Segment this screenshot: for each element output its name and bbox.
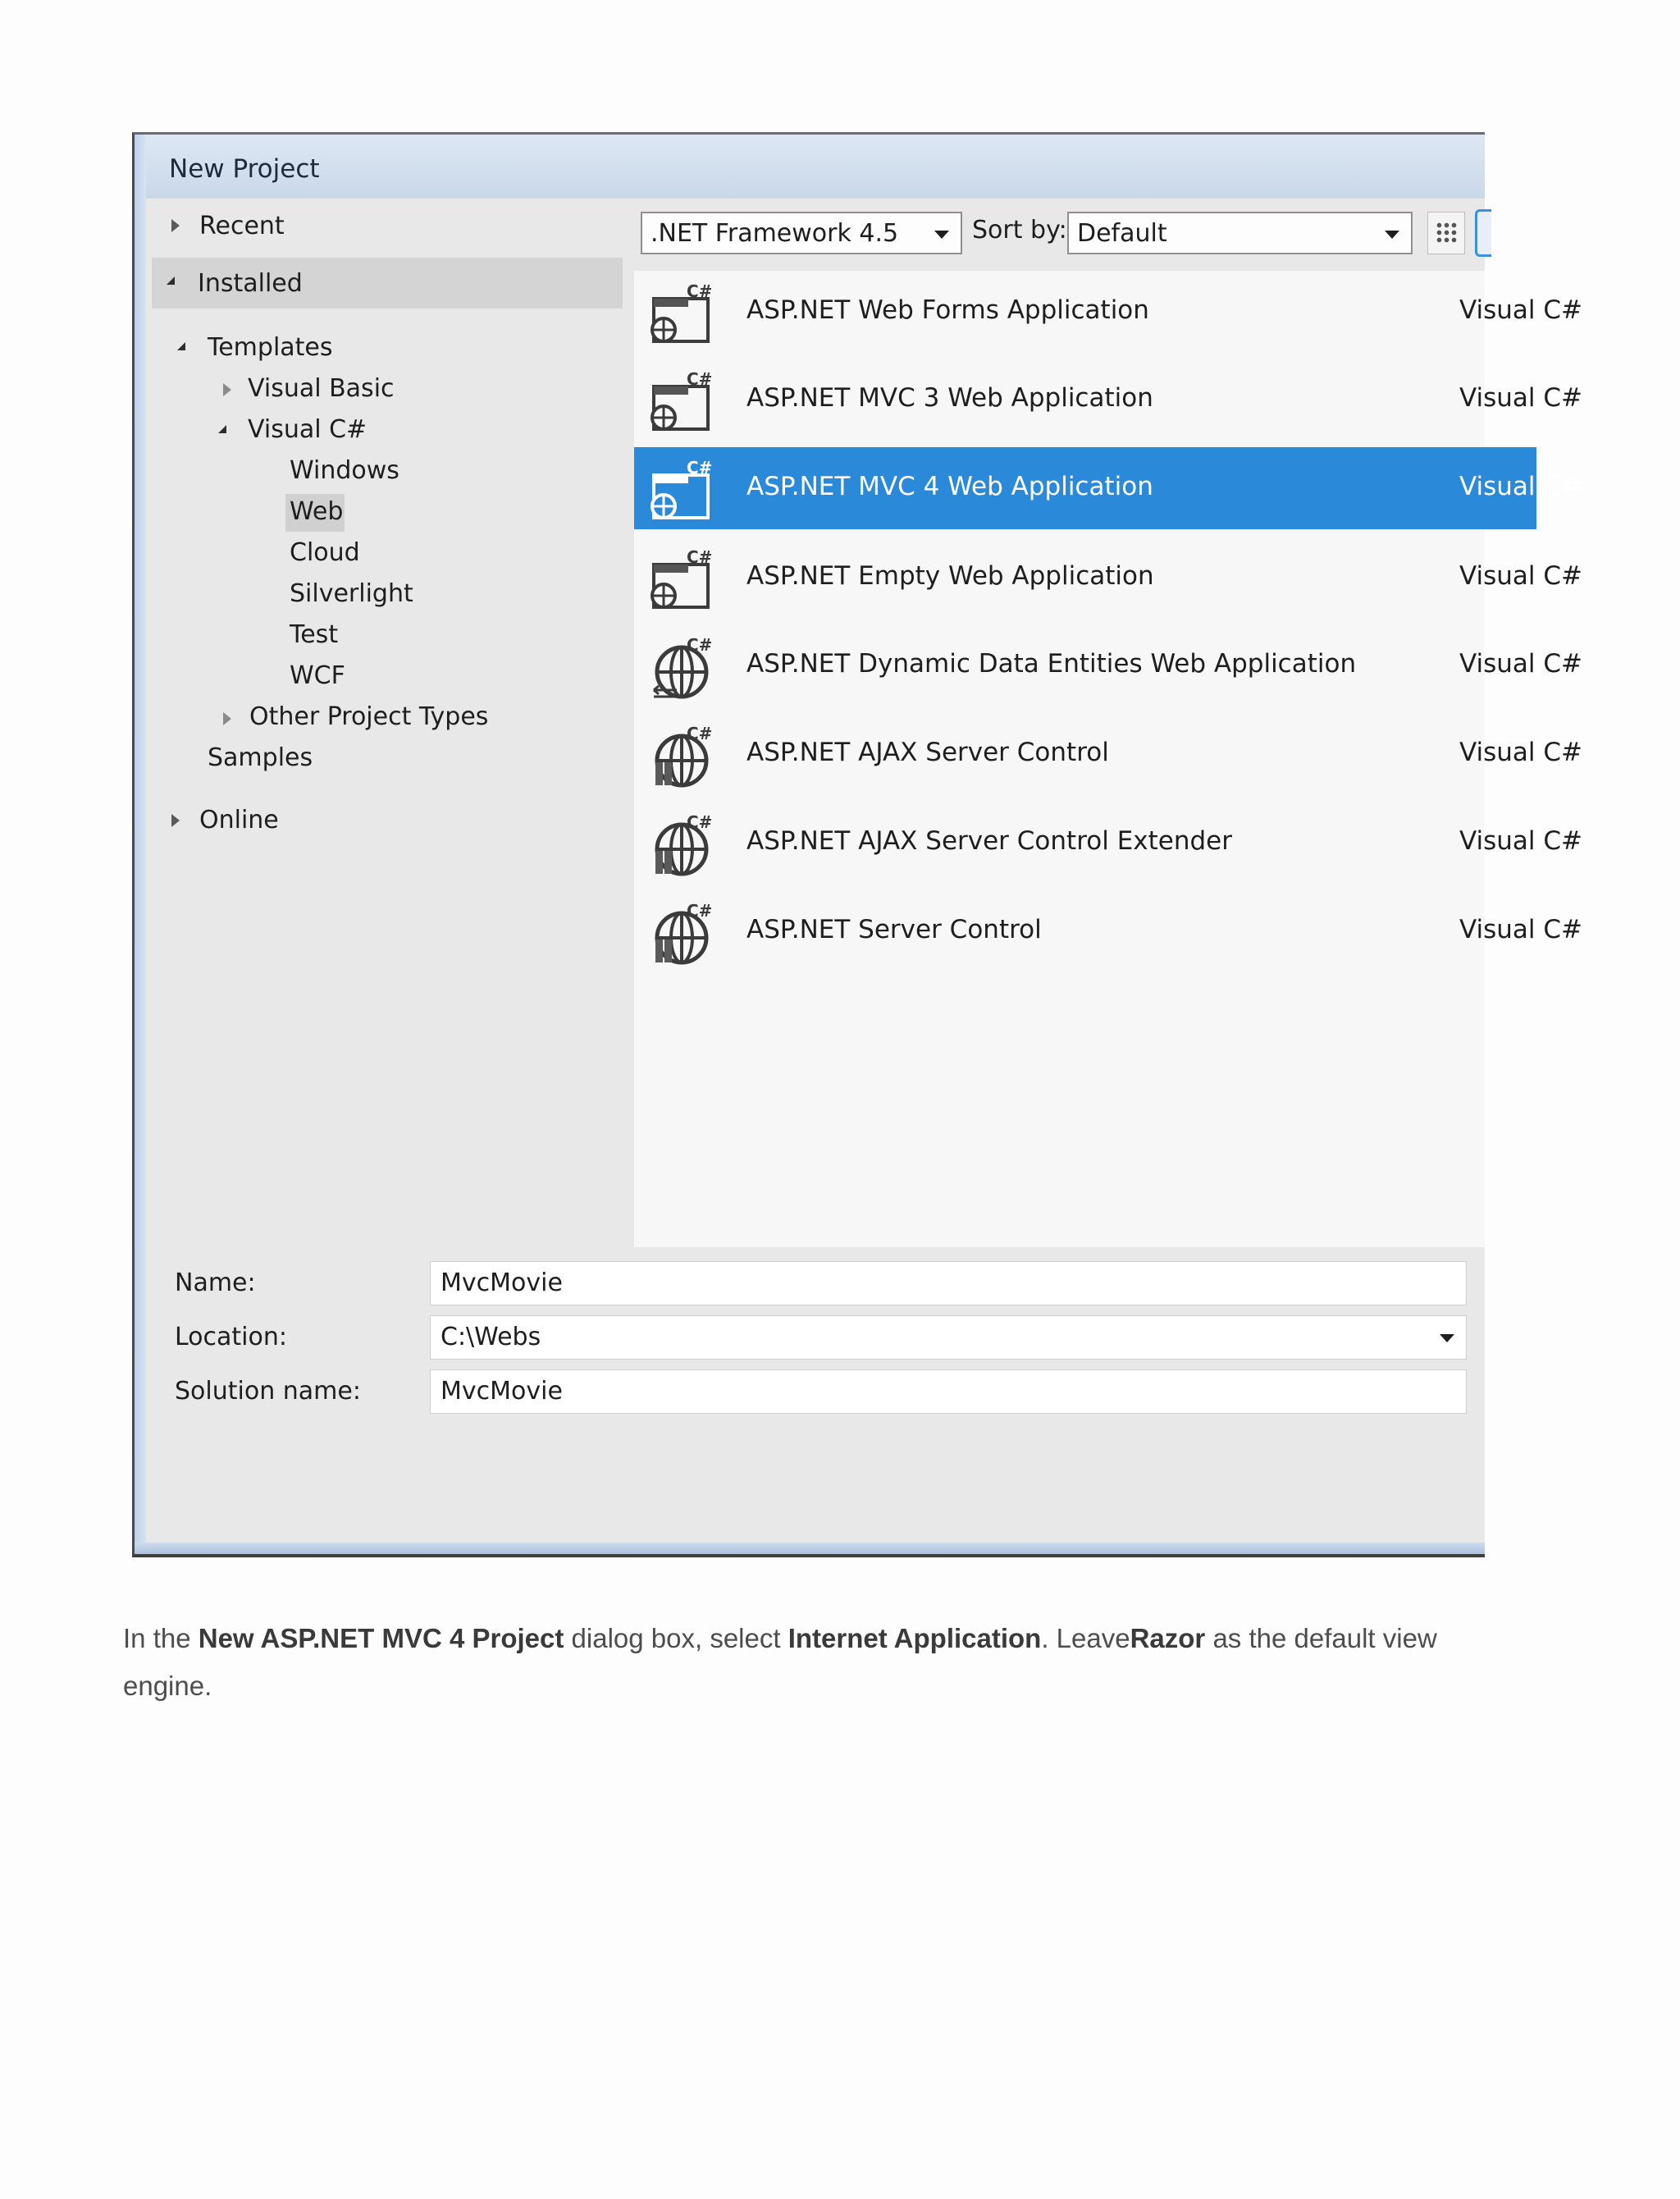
solution-name-input[interactable]: MvcMovie: [430, 1369, 1467, 1414]
sort-by-value: Default: [1077, 219, 1167, 248]
svg-text:C#: C#: [687, 282, 712, 301]
template-language: Visual C#: [1459, 649, 1583, 679]
caption-bold-razor: Razor: [1130, 1623, 1206, 1653]
tree-item-wcf[interactable]: WCF: [290, 661, 345, 690]
chevron-down-icon: [1385, 231, 1399, 239]
small-icons-view-button[interactable]: [1427, 212, 1465, 254]
framework-select[interactable]: .NET Framework 4.5: [641, 212, 962, 254]
template-name: ASP.NET AJAX Server Control: [746, 738, 1109, 767]
template-name: ASP.NET MVC 4 Web Application: [746, 472, 1153, 501]
template-name: ASP.NET Web Forms Application: [746, 295, 1149, 325]
sort-by-label: Sort by:: [972, 216, 1067, 245]
template-name: ASP.NET MVC 3 Web Application: [746, 383, 1153, 413]
installed-collapse-icon[interactable]: [167, 277, 175, 285]
template-language: Visual C#: [1459, 561, 1583, 591]
dialog-title: New Project: [169, 154, 320, 184]
template-item[interactable]: C# ASP.NET Dynamic Data Entities Web Appl…: [634, 624, 1582, 706]
name-label: Name:: [175, 1269, 256, 1297]
tree-item-visual-csharp[interactable]: Visual C#: [248, 415, 367, 444]
caption-bold-project: New ASP.NET MVC 4 Project: [198, 1623, 564, 1653]
template-name: ASP.NET AJAX Server Control Extender: [746, 826, 1232, 856]
template-language: Visual C#: [1459, 826, 1583, 856]
location-label: Location:: [175, 1323, 287, 1351]
template-language: Visual C#: [1459, 472, 1583, 501]
template-item[interactable]: C# ASP.NET MVC 4 Web Application Visual C#: [634, 447, 1582, 529]
list-view-button[interactable]: [1475, 209, 1491, 257]
chevron-down-icon[interactable]: [1440, 1334, 1454, 1342]
tree-item-silverlight[interactable]: Silverlight: [290, 579, 413, 608]
template-name: ASP.NET Dynamic Data Entities Web Applic…: [746, 649, 1357, 679]
template-item[interactable]: C# ASP.NET MVC 3 Web Application Visual C#: [634, 359, 1582, 441]
template-item[interactable]: C# ASP.NET Web Forms Application Visual C#: [634, 271, 1582, 353]
grid-view-icon: [1436, 222, 1459, 245]
caption-bold-internet-app: Internet Application: [788, 1623, 1042, 1653]
location-combobox[interactable]: C:\Webs: [430, 1315, 1467, 1360]
online-expand-icon[interactable]: [171, 814, 180, 827]
tree-item-visual-basic[interactable]: Visual Basic: [248, 374, 395, 403]
recent-expand-icon[interactable]: [171, 219, 180, 232]
templates-collapse-icon[interactable]: [177, 342, 185, 350]
other-types-expand-icon[interactable]: [223, 712, 231, 725]
template-item[interactable]: C# ASP.NET Empty Web Application Visual C#: [634, 537, 1582, 619]
tree-item-other-project-types[interactable]: Other Project Types: [249, 702, 488, 731]
server-control-icon: C#: [649, 724, 714, 789]
tree-item-test[interactable]: Test: [290, 620, 338, 649]
template-language: Visual C#: [1459, 383, 1583, 413]
solution-name-label: Solution name:: [175, 1377, 361, 1406]
caption-text-3: . Leave: [1041, 1623, 1130, 1653]
dialog-titlebar: New Project: [146, 135, 1485, 199]
svg-text:C#: C#: [687, 636, 712, 655]
server-control-icon: C#: [649, 812, 714, 877]
web-app-icon: C#: [649, 369, 714, 434]
template-name: ASP.NET Server Control: [746, 915, 1042, 944]
tree-item-windows[interactable]: Windows: [290, 456, 399, 485]
svg-text:C#: C#: [687, 370, 712, 389]
globe-icon: C#: [649, 635, 714, 700]
name-input[interactable]: MvcMovie: [430, 1261, 1467, 1305]
tree-item-web[interactable]: Web: [290, 497, 343, 526]
web-forms-icon: C#: [649, 281, 714, 346]
web-app-icon: C#: [649, 458, 714, 523]
caption-text-1: In the: [123, 1623, 199, 1653]
framework-value: .NET Framework 4.5: [651, 219, 899, 248]
svg-text:C#: C#: [687, 459, 712, 478]
tree-item-cloud[interactable]: Cloud: [290, 538, 360, 567]
tree-item-samples[interactable]: Samples: [208, 743, 313, 772]
web-app-icon: C#: [649, 547, 714, 612]
visual-basic-expand-icon[interactable]: [223, 383, 231, 396]
tree-item-templates[interactable]: Templates: [208, 333, 333, 362]
template-language: Visual C#: [1459, 295, 1583, 325]
template-item[interactable]: C# ASP.NET AJAX Server Control Visual C#: [634, 713, 1582, 795]
visual-csharp-collapse-icon[interactable]: [218, 425, 226, 433]
svg-text:C#: C#: [687, 813, 712, 832]
template-item[interactable]: C# ASP.NET AJAX Server Control Extender Vi…: [634, 802, 1582, 884]
caption-text-2: dialog box, select: [564, 1623, 788, 1653]
chevron-down-icon: [934, 231, 949, 239]
template-name: ASP.NET Empty Web Application: [746, 561, 1154, 591]
template-language: Visual C#: [1459, 738, 1583, 767]
tree-item-installed[interactable]: Installed: [198, 269, 303, 298]
server-control-icon: C#: [649, 901, 714, 966]
location-value: C:\Webs: [441, 1323, 541, 1351]
tree-item-recent[interactable]: Recent: [199, 212, 285, 240]
instruction-paragraph: In the New ASP.NET MVC 4 Project dialog …: [123, 1615, 1468, 1710]
solution-name-value: MvcMovie: [441, 1377, 563, 1406]
template-language: Visual C#: [1459, 915, 1583, 944]
sort-by-select[interactable]: Default: [1067, 212, 1413, 254]
tree-item-online[interactable]: Online: [199, 806, 279, 834]
svg-text:C#: C#: [687, 548, 712, 567]
svg-text:C#: C#: [687, 725, 712, 743]
template-list: C# ASP.NET Web Forms Application Visual C#…: [634, 271, 1582, 1247]
svg-text:C#: C#: [687, 902, 712, 921]
name-value: MvcMovie: [441, 1269, 563, 1297]
template-item[interactable]: C# ASP.NET Server Control Visual C#: [634, 890, 1582, 972]
